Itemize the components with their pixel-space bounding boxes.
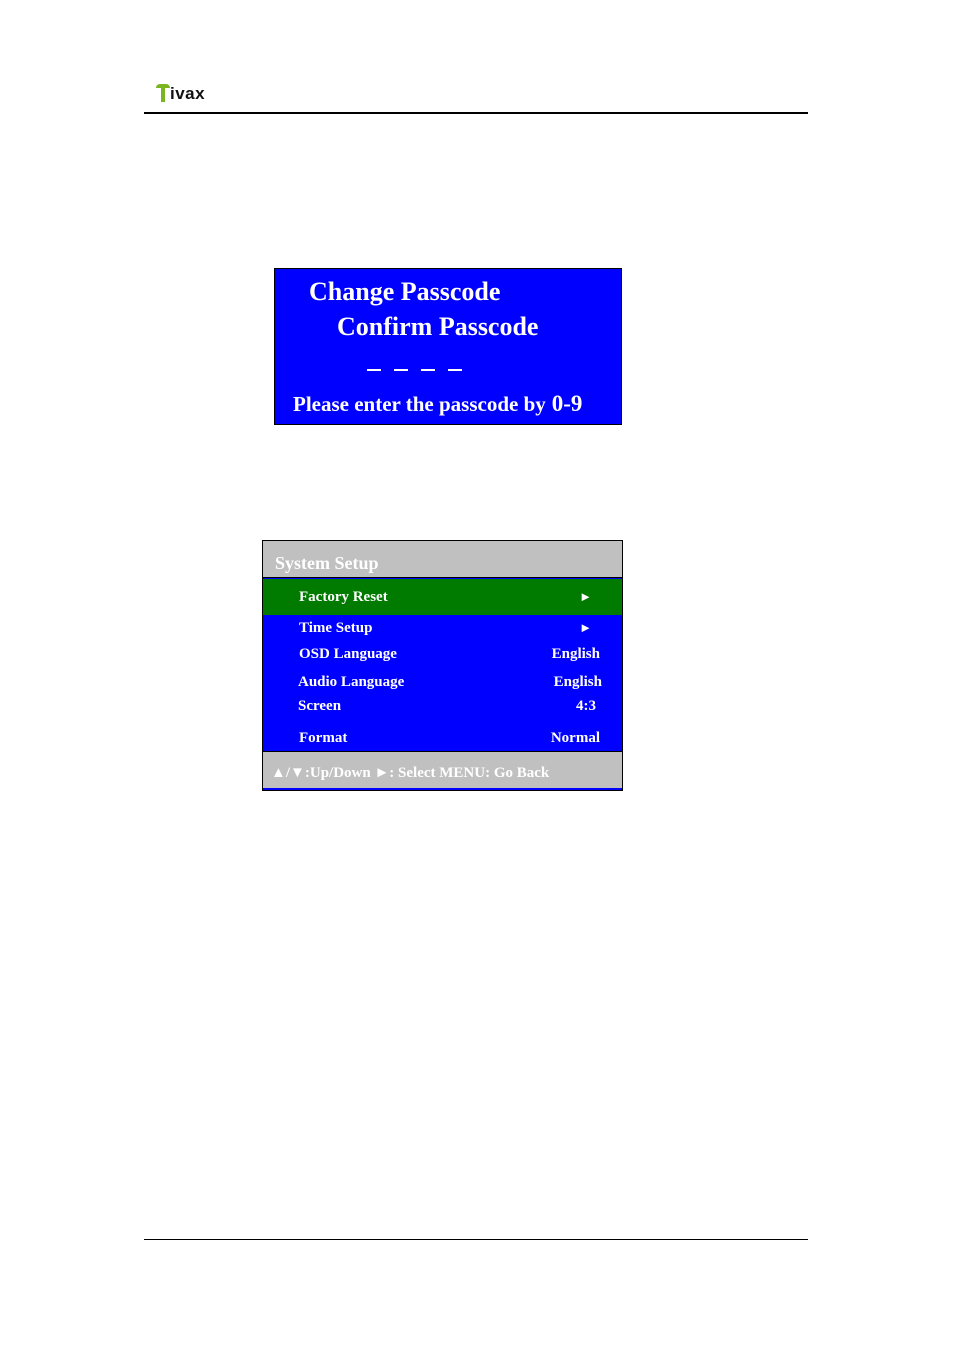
- menu-item-osd-language[interactable]: OSD Language English: [263, 641, 622, 668]
- passcode-hint-text: Please enter the passcode by: [293, 392, 546, 416]
- menu-item-factory-reset[interactable]: Factory Reset ►: [263, 579, 622, 615]
- menu-item-label: Time Setup: [299, 620, 373, 636]
- arrow-right-icon: ►: [579, 620, 592, 635]
- footer-rule: [144, 1239, 808, 1240]
- menu-bottom-strip: [263, 788, 622, 790]
- system-setup-menu: System Setup Factory Reset ► Time Setup …: [262, 540, 623, 791]
- header-rule: [144, 112, 808, 114]
- passcode-digit-slot: [448, 369, 462, 371]
- passcode-range: 0-9: [551, 391, 583, 416]
- change-passcode-dialog: Change Passcode Confirm Passcode Please …: [274, 268, 622, 425]
- passcode-title: Change Passcode: [309, 277, 501, 306]
- menu-item-value: 4:3: [576, 698, 596, 714]
- passcode-digit-slot: [394, 369, 408, 371]
- menu-item-label: Factory Reset: [299, 589, 388, 605]
- tivax-logo: ivax: [156, 82, 205, 104]
- arrow-right-icon: ►: [579, 589, 592, 604]
- menu-item-format[interactable]: Format Normal: [263, 725, 622, 751]
- menu-item-time-setup[interactable]: Time Setup ►: [263, 615, 622, 641]
- menu-item-label: Format: [299, 730, 348, 746]
- passcode-digit-slot: [367, 369, 381, 371]
- menu-item-value: English: [551, 646, 600, 662]
- logo-text: ivax: [170, 84, 206, 103]
- menu-item-value: Normal: [550, 730, 600, 746]
- passcode-subtitle: Confirm Passcode: [337, 312, 539, 341]
- menu-title: System Setup: [263, 541, 622, 578]
- menu-item-screen[interactable]: Screen 4:3: [263, 694, 622, 718]
- menu-item-label: Screen: [298, 698, 342, 714]
- menu-help-bar: ▲/▼:Up/Down ►: Select MENU: Go Back: [263, 751, 622, 788]
- menu-item-audio-language[interactable]: Audio Language English: [263, 669, 622, 695]
- menu-item-label: Audio Language: [298, 674, 405, 690]
- passcode-hint: Please enter the passcode by 0-9: [293, 391, 582, 417]
- menu-item-label: OSD Language: [299, 646, 397, 662]
- logo-t-icon: [156, 82, 170, 102]
- menu-item-value: English: [553, 674, 602, 690]
- passcode-digit-slot: [421, 369, 435, 371]
- passcode-input-slots[interactable]: [367, 357, 462, 371]
